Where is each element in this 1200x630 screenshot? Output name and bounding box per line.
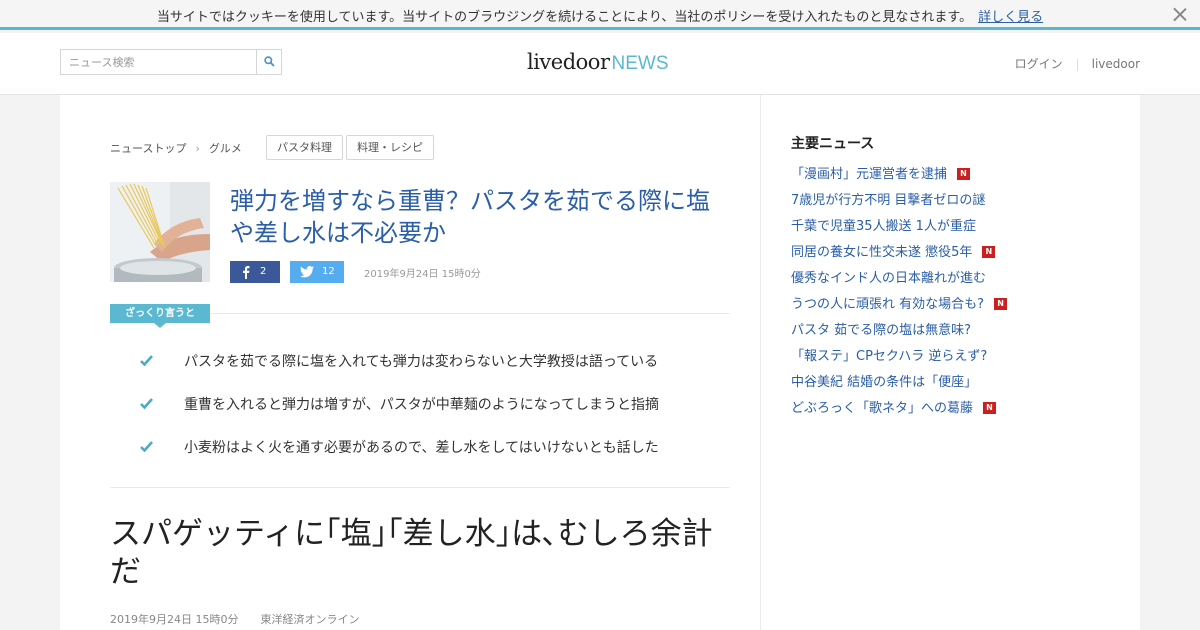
logo-main: livedoor [527,50,610,74]
facebook-count: 2 [260,266,267,277]
news-list: 「漫画村」元運営者を逮捕 N 7歳児が行方不明 目撃者ゼロの謎 千葉で児童35人搬… [791,163,1008,423]
site-logo[interactable]: livedoor NEWS [527,50,669,78]
cookie-notice: 当サイトではクッキーを使用しています。当サイトのブラウジングを続けることにより、… [0,6,1200,25]
tag-pasta[interactable]: パスタ料理 [266,135,343,160]
logo-sub: NEWS [611,53,669,74]
news-item: 7歳児が行方不明 目撃者ゼロの謎 [791,189,1007,215]
twitter-count: 12 [322,266,335,277]
news-item: 「報ステ」CPセクハラ 逆らえず? [791,345,1007,371]
close-icon[interactable] [1172,6,1188,22]
summary-text: 重曹を入れると弾力は増すが、パスタが中華麺のようになってしまうと指摘 [184,397,660,413]
cookie-bar: 当サイトではクッキーを使用しています。当サイトのブラウジングを続けることにより、… [0,0,1200,30]
news-link[interactable]: 優秀なインド人の日本離れが進む [791,271,986,286]
breadcrumb-separator: › [195,142,200,155]
breadcrumb-item-gourmet[interactable]: グルメ [209,142,242,155]
new-badge: N [982,246,996,258]
news-item: 優秀なインド人の日本離れが進む [791,267,1007,293]
summary-item: 重曹を入れると弾力は増すが、パスタが中華麺のようになってしまうと指摘 [140,393,659,436]
publish-date: 2019年9月24日 15時0分 [364,269,481,280]
new-badge: N [957,168,971,180]
tag-list: パスタ料理 料理・レシピ [266,135,437,160]
news-link[interactable]: 「報ステ」CPセクハラ 逆らえず? [791,349,987,364]
search-icon [264,56,275,67]
cookie-details-link[interactable]: 詳しく見る [978,10,1043,25]
sidebar: 主要ニュース 「漫画村」元運営者を逮捕 N 7歳児が行方不明 目撃者ゼロの謎 千葉… [760,95,1140,630]
news-link[interactable]: 「漫画村」元運営者を逮捕 [791,167,947,182]
new-badge: N [994,298,1008,310]
check-icon [140,355,153,366]
check-icon [140,441,153,452]
news-link[interactable]: 同居の養女に性交未遂 懲役5年 [791,245,972,260]
summary-item: パスタを茹でる際に塩を入れても弾力は変わらないと大学教授は語っている [140,350,659,393]
summary-label: ざっくり言うと [110,304,210,328]
facebook-share-button[interactable]: 2 [230,261,280,283]
breadcrumb-item-top[interactable]: ニューストップ [110,142,186,155]
article-title: スパゲッティに｢塩｣｢差し水｣は､むしろ余計だ [110,516,713,590]
divider [1076,58,1078,71]
news-item: 「漫画村」元運営者を逮捕 N [791,163,1007,189]
news-item: 同居の養女に性交未遂 懲役5年 N [791,241,1007,267]
article-source[interactable]: 東洋経済オンライン [260,613,359,626]
news-link[interactable]: 中谷美紀 結婚の条件は「便座」 [791,375,977,390]
summary-text: パスタを茹でる際に塩を入れても弾力は変わらないと大学教授は語っている [184,354,659,370]
news-item: どぶろっく「歌ネタ」への葛藤 N [791,397,1007,423]
news-item: うつの人に頑張れ 有効な場合も? N [791,293,1008,319]
news-link[interactable]: 7歳児が行方不明 目撃者ゼロの謎 [791,193,985,208]
article-headline[interactable]: 弾力を増すなら重曹？パスタを茹でる際に塩や差し水は不必要か [230,185,730,249]
sidebar-title: 主要ニュース [791,136,875,152]
divider [210,313,730,314]
search-button[interactable] [256,50,281,74]
summary-item: 小麦粉はよく火を通す必要があるので、差し水をしてはいけないとも話した [140,436,659,479]
header-links: ログイン livedoor [1015,55,1140,72]
twitter-icon [300,266,314,278]
article-meta: 2019年9月24日 15時0分 東洋経済オンライン [110,611,359,627]
tag-recipe[interactable]: 料理・レシピ [346,135,434,160]
divider [110,487,730,488]
article-column: ニューストップ › グルメ パスタ料理 料理・レシピ 弾力を増すなら重曹？パスタを茹で… [60,95,760,630]
news-link[interactable]: どぶろっく「歌ネタ」への葛藤 [791,401,973,416]
livedoor-link[interactable]: livedoor [1092,57,1140,71]
news-item: パスタ 茹でる際の塩は無意味? [791,319,1007,345]
article-date: 2019年9月24日 15時0分 [110,613,239,626]
check-icon [140,398,153,409]
breadcrumb: ニューストップ › グルメ [110,140,242,156]
news-item: 中谷美紀 結婚の条件は「便座」 [791,371,1007,397]
new-badge: N [983,402,997,414]
search-box [60,49,282,75]
article-thumbnail[interactable] [110,182,210,282]
news-item: 千葉で児童35人搬送 1人が重症 [791,215,1007,241]
news-link[interactable]: うつの人に頑張れ 有効な場合も? [791,297,984,312]
summary-text: 小麦粉はよく火を通す必要があるので、差し水をしてはいけないとも話した [184,440,659,456]
search-input[interactable] [61,50,257,74]
facebook-icon [243,266,250,279]
cookie-text: 当サイトではクッキーを使用しています。当サイトのブラウジングを続けることにより、… [156,10,973,25]
summary-list: パスタを茹でる際に塩を入れても弾力は変わらないと大学教授は語っている 重曹を入れ… [140,350,659,479]
news-link[interactable]: パスタ 茹でる際の塩は無意味? [791,323,971,338]
login-link[interactable]: ログイン [1015,57,1063,71]
site-header: livedoorNEWS ログインlivedoor [0,33,1200,95]
news-link[interactable]: 千葉で児童35人搬送 1人が重症 [791,219,976,234]
twitter-share-button[interactable]: 12 [290,261,344,283]
